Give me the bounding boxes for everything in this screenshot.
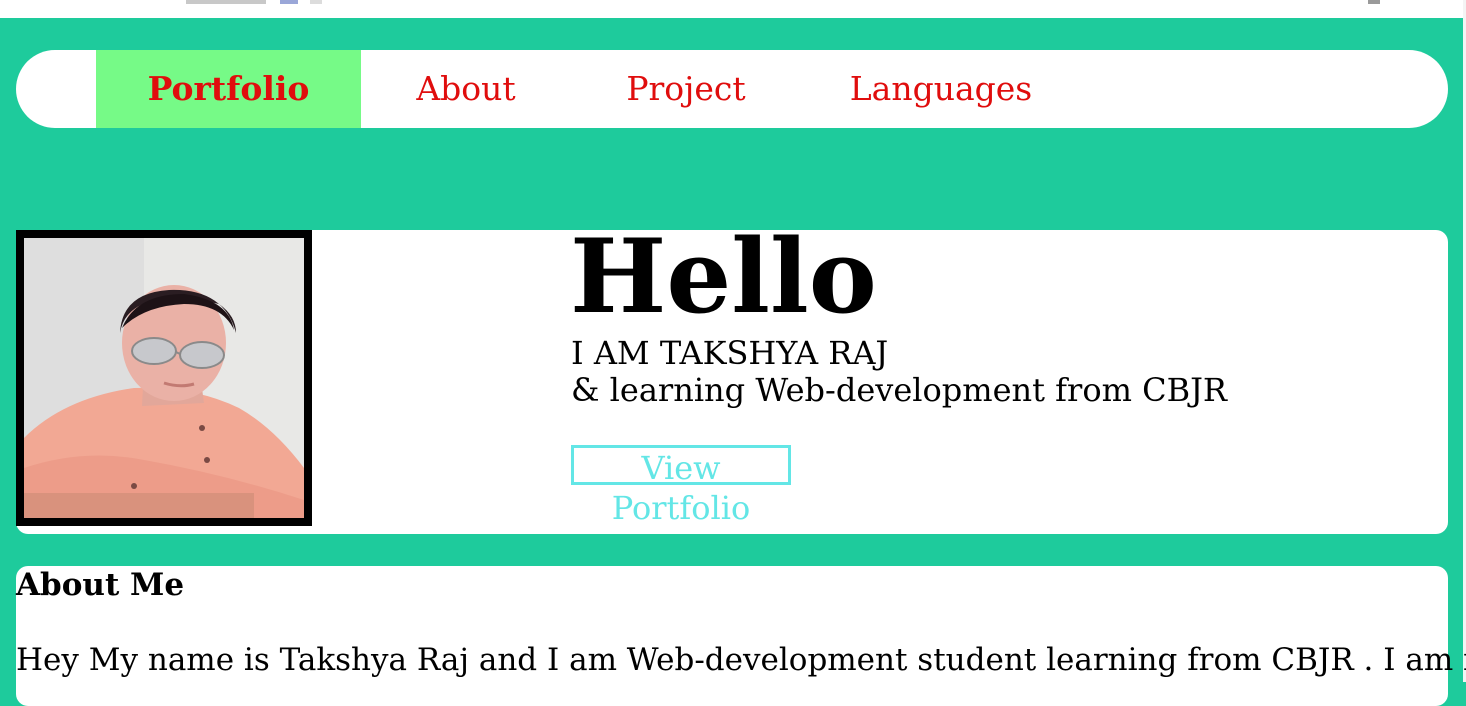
nav-item-languages[interactable]: Languages	[846, 50, 1036, 128]
nav-item-portfolio[interactable]: Portfolio	[96, 50, 361, 128]
toolbar-fragment	[310, 0, 322, 4]
profile-photo	[16, 230, 312, 526]
view-portfolio-button[interactable]: View Portfolio	[571, 445, 791, 527]
toolbar-fragment	[1368, 0, 1380, 4]
browser-top-strip	[0, 0, 1466, 18]
about-text: Hey My name is Takshya Raj and I am Web-…	[16, 642, 1466, 678]
toolbar-fragment	[280, 0, 298, 4]
hero-greeting: Hello	[570, 217, 877, 337]
hero-intro-learning: & learning Web-development from CBJR	[571, 371, 1228, 409]
nav-item-project[interactable]: Project	[616, 50, 756, 128]
about-card	[16, 566, 1448, 706]
about-title: About Me	[16, 567, 185, 603]
toolbar-fragment	[186, 0, 266, 4]
nav-item-about[interactable]: About	[396, 50, 536, 128]
hero-intro-name: I AM TAKSHYA RAJ	[571, 334, 889, 372]
navbar: Portfolio About Project Languages	[16, 50, 1448, 128]
profile-photo-image	[24, 238, 304, 518]
